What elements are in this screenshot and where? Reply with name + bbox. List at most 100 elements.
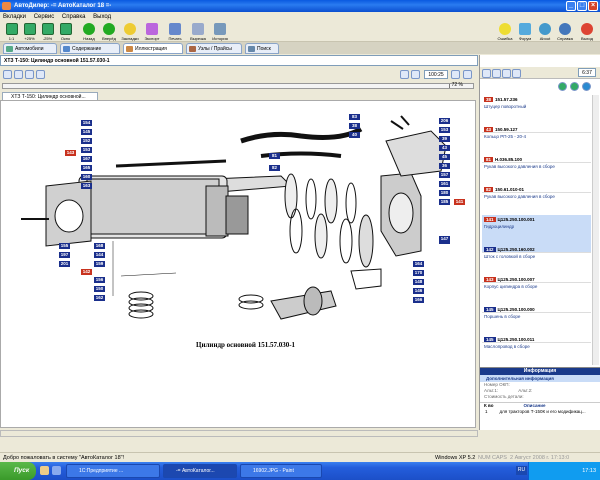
forward-button[interactable]: Вперёд: [100, 23, 118, 41]
quicklaunch-icon[interactable]: [52, 466, 61, 475]
callout-label[interactable]: 145: [81, 129, 92, 135]
cut-button[interactable]: Вырезка: [188, 23, 208, 41]
tab-illustration[interactable]: Иллюстрация: [123, 43, 183, 54]
fit-icon[interactable]: [451, 70, 460, 79]
callout-label[interactable]: 38: [349, 123, 360, 129]
taskbar-item-1c[interactable]: 1С:Предприятие ...: [66, 464, 160, 478]
callout-label[interactable]: 147: [439, 236, 450, 242]
callout-label[interactable]: 156: [94, 277, 105, 283]
callout-label[interactable]: 40: [349, 132, 360, 138]
back-icon[interactable]: [482, 69, 491, 78]
filter-icon[interactable]: [502, 69, 511, 78]
error-button[interactable]: Ошибка: [496, 23, 514, 41]
callout-label[interactable]: 36: [439, 163, 450, 169]
callout-label[interactable]: 167: [81, 156, 92, 162]
callout-label[interactable]: 153: [81, 147, 92, 153]
callout-label[interactable]: 206: [439, 118, 450, 124]
prev-icon[interactable]: [558, 82, 567, 91]
callout-label[interactable]: 166: [413, 297, 424, 303]
callout-label[interactable]: 146: [413, 288, 424, 294]
close-button[interactable]: ×: [588, 1, 598, 11]
menu-exit[interactable]: Выход: [93, 14, 111, 20]
horizontal-scrollbar[interactable]: [0, 430, 478, 437]
window-icon: [59, 23, 72, 35]
list-icon[interactable]: [512, 69, 521, 78]
callout-label[interactable]: 82: [269, 165, 280, 171]
callout-label[interactable]: 142: [81, 269, 92, 275]
callout-label[interactable]: 81: [269, 153, 280, 159]
callout-label[interactable]: 160: [81, 174, 92, 180]
callout-label[interactable]: 83: [349, 114, 360, 120]
forum-button[interactable]: Форум: [516, 23, 534, 41]
callout-label[interactable]: 185: [439, 199, 450, 205]
callout-label[interactable]: 150: [94, 286, 105, 292]
select-icon[interactable]: [14, 70, 23, 79]
callout-label[interactable]: 159: [94, 261, 105, 267]
minimize-button[interactable]: _: [566, 1, 576, 11]
menu-service[interactable]: Сервис: [34, 14, 55, 20]
zoom-field[interactable]: 100:25: [424, 70, 448, 79]
callout-label[interactable]: 161: [439, 181, 450, 187]
callout-label[interactable]: 162: [94, 295, 105, 301]
print-button[interactable]: Печать: [166, 23, 184, 41]
zoom-in-button[interactable]: +25%: [21, 23, 38, 41]
zoom-in-small-icon[interactable]: [411, 70, 420, 79]
start-button[interactable]: Пуск: [0, 462, 36, 480]
tree-icon[interactable]: [492, 69, 501, 78]
full-icon[interactable]: [463, 70, 472, 79]
cursor-icon[interactable]: [25, 70, 34, 79]
parts-scrollbar[interactable]: [592, 95, 599, 365]
taskbar-item-autocatalog[interactable]: -= АвтоКаталог...: [163, 464, 237, 478]
back-button[interactable]: Назад: [80, 23, 98, 41]
callout-label[interactable]: 153: [439, 127, 450, 133]
quicklaunch-icon[interactable]: [40, 466, 49, 475]
callout-label[interactable]: 45: [439, 154, 450, 160]
taskbar-item-paint[interactable]: 16902.JPG - Paint: [240, 464, 322, 478]
hand-icon[interactable]: [3, 70, 12, 79]
next-icon[interactable]: [570, 82, 579, 91]
callout-label[interactable]: 155: [59, 243, 70, 249]
window-button[interactable]: Окно: [57, 23, 74, 41]
callout-label[interactable]: 168: [94, 243, 105, 249]
callout-label[interactable]: 152: [81, 138, 92, 144]
exit-button[interactable]: Выход: [578, 23, 596, 41]
callout-label[interactable]: 201: [59, 261, 70, 267]
info-alt2: Альт.2:: [518, 388, 533, 393]
about-button[interactable]: About: [536, 23, 554, 41]
callout-label[interactable]: 148: [413, 279, 424, 285]
menu-tabs[interactable]: Вкладки: [3, 14, 26, 20]
help-button[interactable]: Справка: [556, 23, 574, 41]
callout-label[interactable]: 157: [439, 172, 450, 178]
callout-label[interactable]: 143: [65, 150, 76, 156]
callout-label[interactable]: 165: [81, 165, 92, 171]
callout-label[interactable]: 144: [94, 252, 105, 258]
callout-label[interactable]: 163: [81, 183, 92, 189]
info-header: Информация: [480, 368, 600, 375]
callout-label[interactable]: 197: [59, 252, 70, 258]
zoom-out-button[interactable]: -25%: [39, 23, 56, 41]
language-indicator[interactable]: RU: [516, 466, 527, 475]
callout-label[interactable]: 43: [439, 145, 450, 151]
callout-label[interactable]: 141: [454, 199, 465, 205]
export-button[interactable]: Экспорт: [142, 23, 162, 41]
callout-label[interactable]: 39: [439, 136, 450, 142]
tab-search[interactable]: Поиск: [245, 43, 279, 54]
tab-contents[interactable]: Содержание: [60, 43, 120, 54]
callout-label[interactable]: 164: [413, 261, 424, 267]
bookmarks-button[interactable]: Закладки: [120, 23, 140, 41]
counter-field[interactable]: 6:37: [578, 68, 596, 77]
refresh-icon[interactable]: [582, 82, 591, 91]
zoom-rect-icon[interactable]: [36, 70, 45, 79]
callout-label[interactable]: 180: [439, 190, 450, 196]
callout-label[interactable]: 154: [81, 120, 92, 126]
history-button[interactable]: История: [210, 23, 230, 41]
callout-label[interactable]: 170: [413, 270, 424, 276]
maximize-button[interactable]: □: [577, 1, 587, 11]
illustration-canvas[interactable]: 154 145 152 153 167 165 160 163 143 81 8…: [0, 100, 476, 428]
system-tray: 17:13: [528, 462, 600, 480]
zoom-1-1-button[interactable]: 1:1: [3, 23, 20, 41]
menu-help[interactable]: Справка: [62, 14, 86, 20]
zoom-out-small-icon[interactable]: [400, 70, 409, 79]
tab-prices[interactable]: Узлы / Прайсы: [186, 43, 242, 54]
tab-cars[interactable]: Автомобили: [3, 43, 57, 54]
